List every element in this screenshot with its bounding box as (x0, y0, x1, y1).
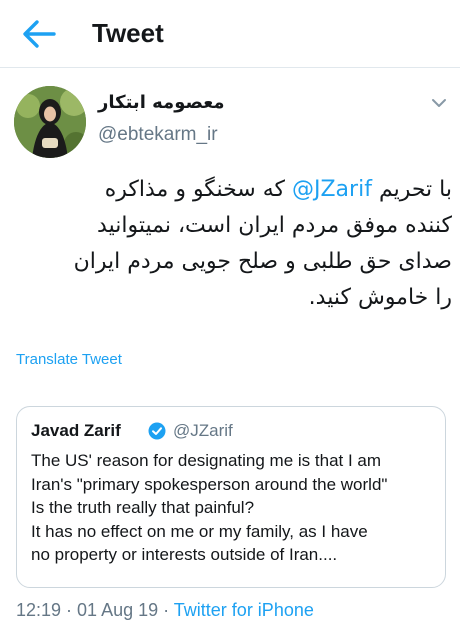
tweet-menu-button[interactable] (430, 96, 448, 110)
tweet-line-1-start: با تحریم (371, 177, 452, 202)
avatar[interactable] (14, 86, 86, 158)
chevron-down-icon (432, 99, 446, 107)
author-handle[interactable]: @ebtekarm_ir (98, 124, 218, 146)
quoted-line: The US' reason for designating me is tha… (31, 451, 382, 470)
timestamp: 12:19 · 01 Aug 19 · (16, 600, 174, 620)
tweet-line-1: با تحریم @JZarif که سخنگو و مذاکره (12, 172, 452, 208)
source-link[interactable]: Twitter for iPhone (174, 600, 314, 620)
tweet-meta: 12:19 · 01 Aug 19 · Twitter for iPhone (16, 600, 314, 621)
tweet-line-2: کننده موفق مردم ایران است، نمیتوانید (97, 213, 452, 238)
profile-photo (14, 86, 86, 158)
quoted-line: Is the truth really that painful? (31, 498, 255, 518)
quoted-line: Iran's "primary spokesperson around the … (31, 474, 388, 494)
verified-badge-icon (148, 422, 166, 440)
arrow-left-icon (23, 20, 56, 48)
tweet-text: با تحریم @JZarif که سخنگو و مذاکره کننده… (12, 172, 452, 316)
quoted-author-handle: @JZarif (173, 421, 233, 440)
top-bar: Tweet (0, 0, 460, 68)
mention-link[interactable]: @JZarif (292, 177, 372, 202)
translate-tweet-link[interactable]: Translate Tweet (16, 351, 122, 368)
page-title: Tweet (92, 18, 164, 48)
back-button[interactable] (18, 16, 58, 52)
tweet-line-1-end: که سخنگو و مذاکره (104, 177, 292, 202)
author-name[interactable]: معصومه ابتکار (98, 92, 225, 113)
tweet-line-3: صدای حق طلبی و صلح جویی مردم ایران (73, 249, 452, 274)
quoted-line: no property or interests outside of Iran… (31, 545, 338, 565)
tweet-line-4: را خاموش کنید. (308, 285, 452, 310)
quoted-line: It has no effect on me or my family, as … (31, 521, 368, 541)
quoted-tweet[interactable]: Javad Zarif @JZarif The US' reason for d… (16, 406, 446, 588)
quoted-tweet-text: The US' reason for designating me is tha… (31, 449, 441, 567)
quoted-author-name: Javad Zarif (31, 421, 121, 440)
